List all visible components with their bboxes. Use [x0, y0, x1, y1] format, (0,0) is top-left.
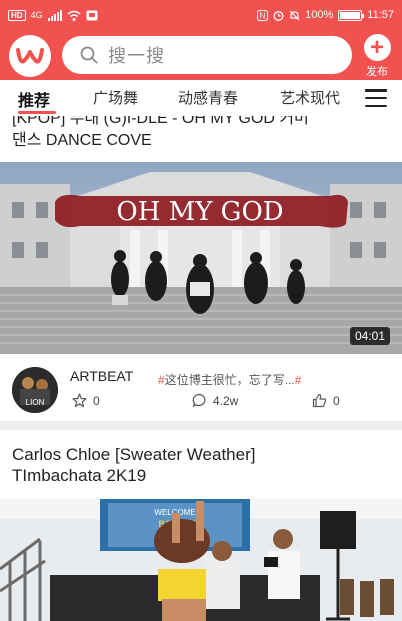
avatar-text: LION — [26, 398, 45, 407]
publish-button[interactable]: + 发布 — [360, 34, 394, 78]
signal-icon — [47, 9, 62, 21]
battery-fill — [340, 11, 361, 19]
clock: 11:57 — [367, 9, 394, 21]
video-title[interactable]: Carlos Chloe [Sweater Weather] TImbachat… — [12, 444, 397, 486]
video-feed: [KPOP] 무대 (G)I-DLE - OH MY GOD 커버 댄스 DAN… — [0, 116, 402, 621]
thumbs-up-icon — [312, 393, 327, 408]
tab-square-dance[interactable]: 广场舞 — [93, 87, 138, 108]
tag-hash: # — [158, 373, 165, 387]
comment-icon — [192, 393, 206, 408]
hd-badge: HD — [8, 9, 26, 21]
video-thumbnail[interactable]: OH MY GOD 04:01 — [0, 162, 402, 354]
tab-recommend[interactable]: 推荐 — [18, 87, 50, 111]
comment-button[interactable]: 4.2w — [192, 393, 238, 408]
author-tag[interactable]: #这位博主很忙，忘了写...# — [158, 371, 301, 388]
battery-icon — [338, 9, 365, 21]
tag-text: 这位博主很忙，忘了写... — [164, 373, 295, 387]
video-title[interactable]: [KPOP] 무대 (G)I-DLE - OH MY GOD 커버 댄스 DAN… — [12, 116, 397, 152]
search-icon — [80, 46, 98, 64]
avatar-image: LION — [12, 367, 58, 413]
tab-dynamic-youth[interactable]: 动感青春 — [178, 87, 238, 108]
wifi-icon — [67, 10, 81, 21]
video-thumbnail[interactable]: WELCOME BACHATA — [0, 499, 402, 621]
search-bar[interactable]: 搜一搜 — [62, 36, 352, 74]
alarm-icon — [273, 10, 284, 21]
like-count: 0 — [333, 393, 340, 408]
feed-divider — [0, 421, 402, 430]
comment-count: 4.2w — [213, 393, 239, 408]
category-tabs: 推荐 广场舞 动感青春 艺术现代 — [0, 80, 402, 116]
video-title-line-1: [KPOP] 무대 (G)I-DLE - OH MY GOD 커버 — [12, 116, 309, 127]
avatar[interactable]: LION — [12, 367, 58, 413]
like-button[interactable]: 0 — [312, 393, 340, 408]
mute-icon — [289, 10, 300, 20]
logo-w-icon — [16, 48, 44, 64]
tab-art-modern[interactable]: 艺术现代 — [280, 87, 340, 108]
app-logo[interactable] — [9, 35, 51, 77]
battery-percent: 100% — [305, 9, 334, 21]
tag-hash: # — [294, 373, 302, 387]
video-title-line-2: TImbachata 2K19 — [12, 466, 147, 485]
active-tab-indicator — [18, 111, 56, 114]
svg-text:N: N — [260, 11, 266, 20]
publish-label: 发布 — [366, 66, 388, 78]
author-name[interactable]: ARTBEAT — [70, 368, 133, 384]
notification-icon — [86, 10, 98, 20]
star-button[interactable]: 0 — [72, 393, 100, 408]
signal-label: 4G — [30, 10, 43, 20]
thumbnail-overlay-text: OH MY GOD — [116, 197, 283, 227]
video-duration: 04:01 — [349, 327, 390, 345]
app-header: 搜一搜 + 发布 — [0, 30, 402, 80]
star-count: 0 — [93, 393, 100, 408]
search-placeholder: 搜一搜 — [108, 46, 165, 66]
status-bar: HD 4G N 100% 11:57 — [0, 0, 402, 30]
thumbnail-image: WELCOME BACHATA — [0, 499, 402, 621]
video-title-line-2: 댄스 DANCE COVE — [12, 132, 152, 149]
thumbnail-image: OH MY GOD — [0, 162, 402, 354]
plus-icon: + — [363, 34, 391, 61]
video-meta-row: LION ARTBEAT #这位博主很忙，忘了写...# 0 4.2w 0 — [0, 363, 402, 413]
video-title-line-1: Carlos Chloe [Sweater Weather] — [12, 445, 256, 464]
star-icon — [72, 393, 87, 408]
nfc-icon: N — [257, 9, 269, 21]
menu-icon[interactable] — [365, 89, 387, 107]
